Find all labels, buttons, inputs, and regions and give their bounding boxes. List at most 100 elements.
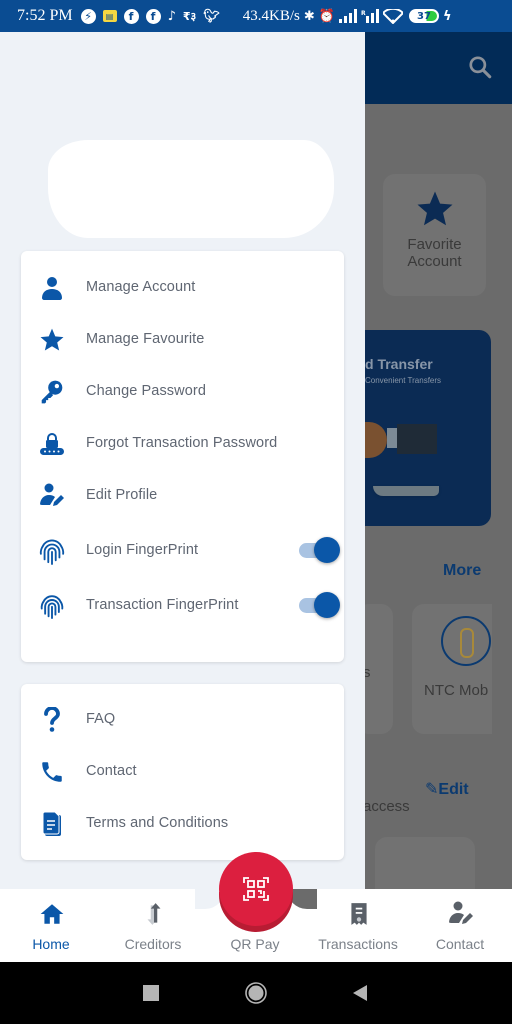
transaction-fingerprint-toggle[interactable]: [297, 592, 341, 618]
svg-text:R: R: [361, 10, 366, 17]
lock-pin-icon: [39, 431, 65, 457]
status-bar: 7:52 PM ⚡ ▤ f f ♪ ₹३ 🐦︎ 43.4KB/s ✱ ⏰ R 3…: [0, 0, 512, 32]
transfer-arrows-icon: [147, 903, 161, 925]
document-icon: [39, 811, 65, 837]
nav-label: Contact: [435, 936, 485, 952]
menu-item-label: Transaction FingerPrint: [86, 597, 239, 613]
search-icon[interactable]: [467, 54, 493, 80]
menu-item-faq[interactable]: FAQ: [21, 699, 344, 739]
screen: 7:52 PM ⚡ ▤ f f ♪ ₹३ 🐦︎ 43.4KB/s ✱ ⏰ R 3…: [0, 0, 512, 1024]
network-speed: 43.4KB/s: [242, 7, 300, 24]
menu-item-label: Terms and Conditions: [86, 815, 229, 831]
home-icon: [40, 904, 64, 924]
home-circle-icon[interactable]: [245, 982, 267, 1004]
ntc-mobile-service-card[interactable]: NTC Mob: [412, 604, 492, 734]
nav-contact[interactable]: Contact: [410, 889, 510, 962]
menu-item-transaction-fingerprint[interactable]: Transaction FingerPrint: [21, 585, 344, 625]
sim-badge-icon: ▤: [102, 10, 117, 22]
alarm-off-icon: ⏰: [318, 8, 335, 24]
service-card-label: NTC Mob: [424, 682, 489, 699]
more-link[interactable]: More: [443, 562, 481, 580]
profile-info-redacted: [48, 140, 334, 238]
shield-icon: ⚡: [80, 8, 96, 24]
wifi-icon: [382, 8, 403, 24]
edit-quick-access-link[interactable]: ✎Edit: [425, 779, 469, 799]
banner-subtitle: Convenient Transfers: [365, 376, 442, 385]
back-triangle-icon[interactable]: [350, 982, 372, 1004]
edit-label: Edit: [438, 781, 469, 798]
person-icon: [39, 275, 65, 301]
nav-label: Creditors: [124, 936, 182, 952]
phone-icon: [39, 759, 65, 785]
menu-item-manage-account[interactable]: Manage Account: [21, 267, 344, 307]
charging-icon: ϟ: [442, 8, 452, 24]
menu-item-label: Login FingerPrint: [86, 542, 199, 558]
banner-illustration-watch: [387, 428, 397, 448]
nav-transactions[interactable]: Transactions: [308, 889, 408, 962]
app-header: [365, 32, 512, 104]
quick-access-heading: access: [363, 798, 410, 815]
menu-item-label: Edit Profile: [86, 487, 158, 503]
favorite-card-label-line1: Favorite: [407, 236, 462, 253]
person-edit-icon: [449, 901, 473, 924]
nav-home[interactable]: Home: [1, 889, 101, 962]
menu-item-manage-favourite[interactable]: Manage Favourite: [21, 319, 344, 359]
star-icon: [417, 191, 452, 226]
twitter-icon: 🐦︎: [203, 8, 220, 24]
menu-item-label: Contact: [86, 763, 137, 779]
banner-illustration-arm: [365, 422, 387, 458]
background-home-screen: Favorite Account d Transfer Convenient T…: [357, 32, 512, 897]
receipt-icon: [351, 903, 367, 925]
login-fingerprint-toggle[interactable]: [297, 537, 341, 563]
menu-item-label: Forgot Transaction Password: [86, 435, 278, 451]
menu-item-change-password[interactable]: Change Password: [21, 371, 344, 411]
system-navigation-bar: [0, 962, 512, 1024]
menu-item-label: FAQ: [86, 711, 116, 727]
menu-item-forgot-transaction-password[interactable]: Forgot Transaction Password: [21, 423, 344, 463]
fingerprint-icon: [39, 593, 65, 619]
menu-item-label: Change Password: [86, 383, 206, 399]
recent-apps-square-icon[interactable]: [140, 982, 162, 1004]
signal-icon: [338, 9, 357, 23]
pencil-icon: ✎: [425, 781, 439, 798]
signal-roaming-icon: R: [361, 9, 379, 23]
fund-transfer-banner[interactable]: d Transfer Convenient Transfers: [365, 330, 491, 526]
question-icon: [39, 707, 65, 733]
key-icon: [39, 379, 65, 405]
fingerprint-icon: [39, 538, 65, 565]
nav-label: Home: [32, 936, 70, 952]
nav-label: Transactions: [318, 936, 398, 952]
nav-creditors[interactable]: Creditors: [103, 889, 203, 962]
star-icon: [39, 327, 65, 353]
menu-item-label: Manage Account: [86, 279, 196, 295]
qr-scan-icon: [243, 877, 269, 901]
toggle-thumb: [314, 537, 340, 563]
banner-illustration-sleeve: [397, 424, 437, 454]
banner-title: d Transfer: [365, 356, 433, 372]
nav-label: QR Pay: [230, 936, 280, 952]
facebook-icon: f: [145, 8, 161, 24]
toggle-thumb: [314, 592, 340, 618]
menu-item-terms[interactable]: Terms and Conditions: [21, 803, 344, 843]
tiktok-icon: ♪: [167, 8, 176, 24]
help-card: FAQ Contact Terms and Conditions: [21, 684, 344, 860]
banner-illustration-card: [373, 486, 439, 496]
facebook-icon: f: [123, 8, 139, 24]
navigation-drawer: Manage Account Manage Favourite Change P…: [0, 32, 365, 889]
favorite-account-card[interactable]: Favorite Account: [383, 174, 486, 296]
menu-item-login-fingerprint[interactable]: Login FingerPrint: [21, 530, 344, 570]
menu-item-edit-profile[interactable]: Edit Profile: [21, 475, 344, 515]
bluetooth-icon: ✱: [303, 8, 315, 24]
menu-item-contact[interactable]: Contact: [21, 751, 344, 791]
battery-indicator: 37: [408, 9, 439, 23]
qr-pay-button[interactable]: [219, 852, 293, 926]
favorite-card-label-line2: Account: [407, 253, 462, 270]
person-edit-icon: [39, 483, 65, 509]
menu-item-label: Manage Favourite: [86, 331, 205, 347]
rupee-sms-icon: ₹३: [182, 9, 197, 23]
status-time: 7:52 PM: [17, 7, 73, 24]
account-settings-card: Manage Account Manage Favourite Change P…: [21, 251, 344, 662]
quick-access-card[interactable]: [375, 837, 475, 897]
ntc-logo-icon: [441, 616, 491, 666]
qr-pay-fab-container: [219, 852, 293, 932]
